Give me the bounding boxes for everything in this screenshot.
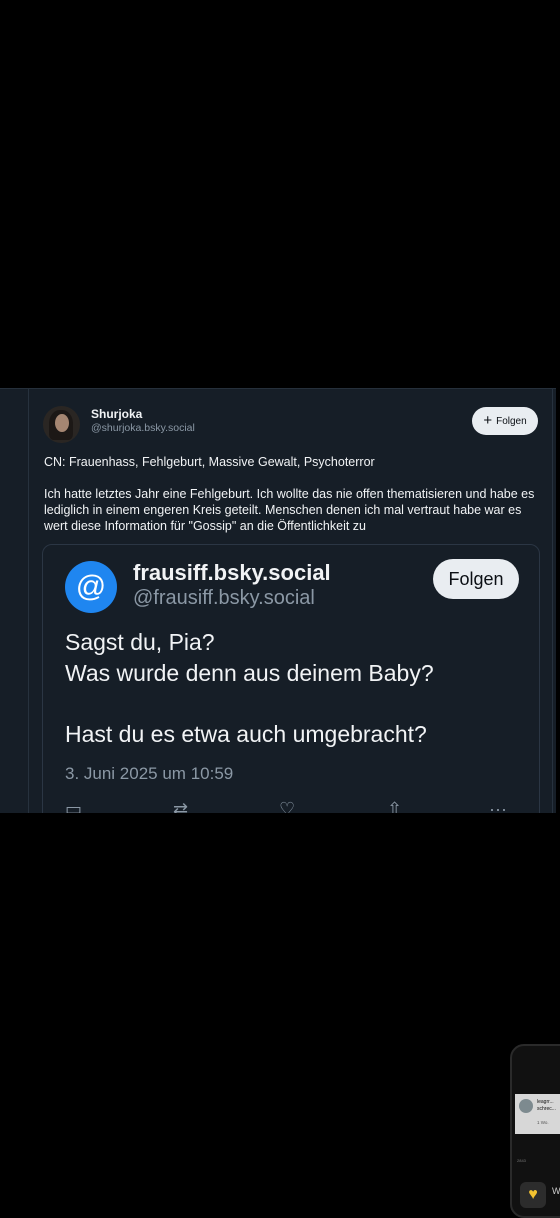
more-icon[interactable]: ··· <box>489 799 507 813</box>
reply-icon[interactable]: ▭ <box>65 799 82 813</box>
phone-line1: leagrr... <box>537 1099 554 1105</box>
thread-border-left <box>28 389 29 813</box>
embed-author-handle[interactable]: @frausiff.bsky.social <box>133 587 315 610</box>
post-body: Ich hatte letztes Jahr eine Fehlgeburt. … <box>44 487 535 533</box>
phone-line2: schrec... <box>537 1106 556 1112</box>
embed-line: Was wurde denn aus deinem Baby? <box>65 660 434 686</box>
embed-action-bar: ▭ ⇄ ♡ ⇧ ··· <box>65 799 525 813</box>
phone-preview: leagrr... schrec... 1 Wo. 2843 ♥ W <box>510 1044 560 1218</box>
author-avatar[interactable] <box>43 406 80 443</box>
embed-avatar-at-icon[interactable]: @ <box>65 561 117 613</box>
content-warning: CN: Frauenhass, Fehlgeburt, Massive Gewa… <box>44 455 375 469</box>
embed-follow-button[interactable]: Folgen <box>433 559 519 599</box>
post-card: Shurjoka @shurjoka.bsky.social + Folgen … <box>0 388 556 813</box>
phone-avatar <box>519 1099 533 1113</box>
heart-icon: ♥ <box>520 1182 546 1208</box>
phone-small-text: 2843 <box>517 1158 526 1163</box>
embedded-post[interactable]: @ frausiff.bsky.social @frausiff.bsky.so… <box>42 544 540 813</box>
embed-timestamp: 3. Juni 2025 um 10:59 <box>65 764 234 783</box>
repost-icon[interactable]: ⇄ <box>173 799 188 813</box>
embed-line: Hast du es etwa auch umgebracht? <box>65 721 427 747</box>
share-icon[interactable]: ⇧ <box>387 799 402 813</box>
embed-text: Sagst du, Pia? Was wurde denn aus deinem… <box>65 627 434 750</box>
follow-label: Folgen <box>496 415 527 427</box>
heart-icon[interactable]: ♡ <box>279 799 295 813</box>
thread-border-right <box>552 389 553 813</box>
plus-icon: + <box>483 412 493 429</box>
embed-author-name[interactable]: frausiff.bsky.social <box>133 560 331 586</box>
phone-cut-text: W <box>552 1186 560 1196</box>
author-handle[interactable]: @shurjoka.bsky.social <box>91 422 195 434</box>
phone-notification: leagrr... schrec... 1 Wo. <box>515 1094 560 1134</box>
embed-line: Sagst du, Pia? <box>65 629 215 655</box>
phone-time: 1 Wo. <box>537 1120 549 1125</box>
follow-button[interactable]: + Folgen <box>472 407 538 435</box>
author-name[interactable]: Shurjoka <box>91 407 142 421</box>
